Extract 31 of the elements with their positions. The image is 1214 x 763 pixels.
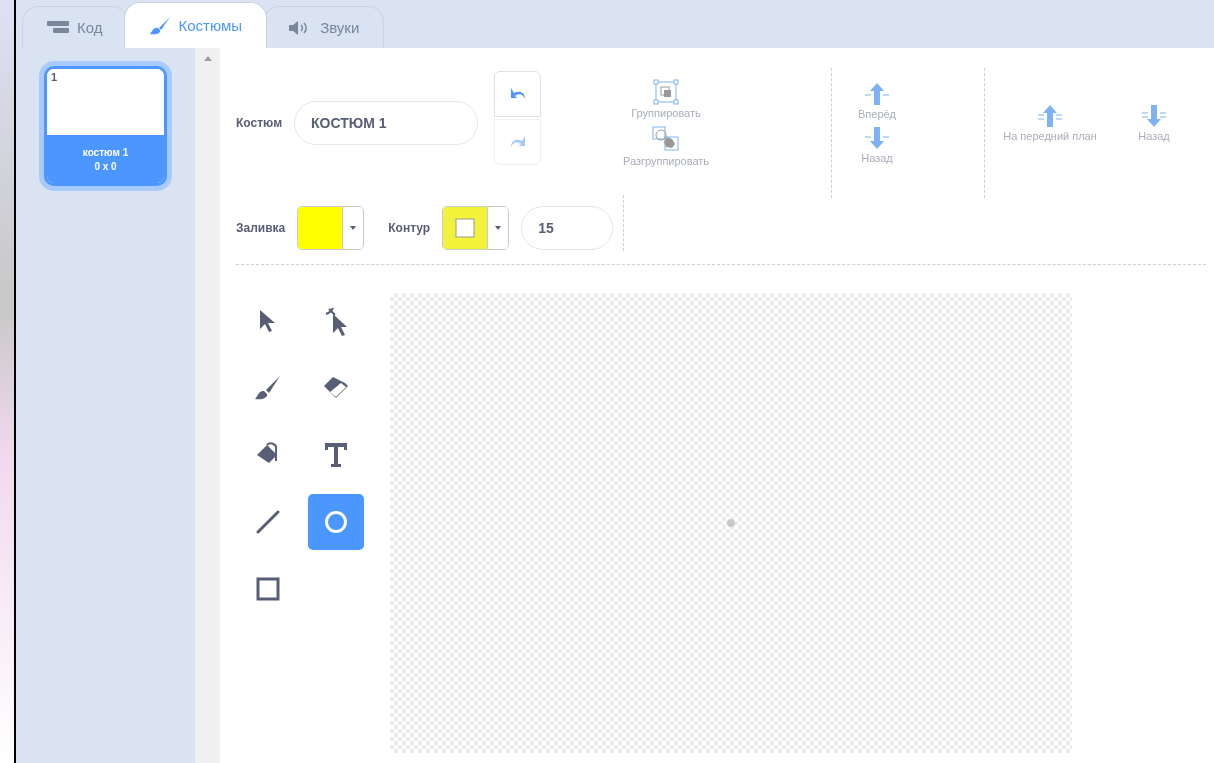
reshape-cursor-icon <box>324 306 348 336</box>
arrow-up-icon <box>864 82 890 106</box>
center-dot <box>727 519 735 527</box>
arrow-down-icon <box>1141 104 1167 128</box>
square-icon <box>256 577 280 601</box>
arrow-down-icon <box>864 126 890 150</box>
outline-label: Контур <box>388 221 431 235</box>
arrow-up-icon <box>1037 104 1063 128</box>
costume-name-field[interactable]: КОСТЮМ 1 <box>294 101 478 145</box>
costume-label: Костюм <box>236 116 282 130</box>
text-tool-icon <box>324 442 348 468</box>
circle-icon <box>324 510 348 534</box>
code-blocks-icon <box>47 20 69 35</box>
ungroup-icon <box>651 125 681 153</box>
eraser-icon <box>322 375 350 401</box>
outline-width-field[interactable]: 15 <box>521 206 614 250</box>
fill-label: Заливка <box>236 221 286 235</box>
line-icon <box>256 510 280 534</box>
caret-icon <box>495 226 502 230</box>
tab[interactable]: Костюмы <box>123 2 268 48</box>
outline-color-picker[interactable] <box>442 206 510 250</box>
outline-square-icon <box>455 218 476 238</box>
scroll-up-icon <box>203 56 212 61</box>
costume-size: 0 x 0 <box>94 160 117 172</box>
group-icon <box>653 79 679 105</box>
tool-button[interactable] <box>308 494 364 550</box>
undo-icon <box>508 87 527 101</box>
redo-icon <box>508 135 527 149</box>
costume-name: костюм 1 <box>82 146 129 158</box>
caret-icon <box>350 226 357 230</box>
fill-color-picker[interactable] <box>297 206 365 250</box>
